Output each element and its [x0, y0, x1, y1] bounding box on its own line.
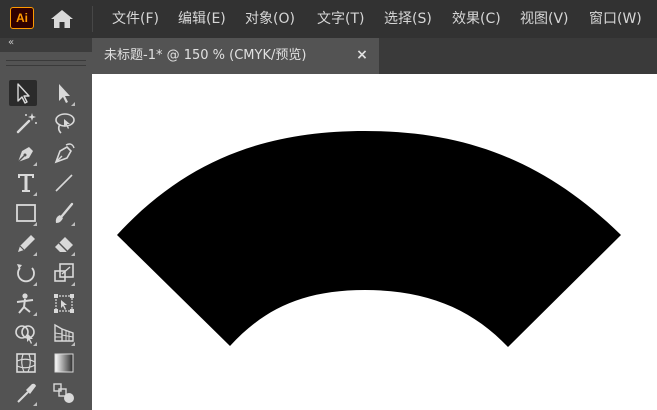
lasso-tool[interactable] — [50, 110, 78, 136]
blend-tool-icon — [53, 383, 74, 403]
menu-window[interactable]: 窗口(W) — [589, 10, 642, 28]
close-icon[interactable]: × — [354, 47, 370, 63]
app-logo: Ai — [10, 7, 34, 29]
rotate-tool-icon — [17, 264, 37, 286]
blend-tool[interactable] — [50, 380, 78, 406]
gradient-tool[interactable] — [50, 350, 78, 376]
tools-panel: « — [0, 36, 92, 410]
curvature-tool-icon — [54, 143, 75, 164]
type-tool[interactable] — [12, 170, 40, 196]
artboard-canvas[interactable] — [92, 74, 657, 410]
free-transform-tool-icon — [54, 294, 74, 313]
scale-tool-icon — [54, 263, 75, 286]
gradient-tool-icon — [54, 353, 74, 373]
line-segment-tool-icon — [55, 174, 73, 192]
menu-divider — [92, 6, 93, 32]
menu-effect[interactable]: 效果(C) — [452, 10, 501, 28]
menu-file[interactable]: 文件(F) — [112, 10, 159, 28]
document-tab-bar: 未标题-1* @ 150 % (CMYK/预览) × — [92, 38, 657, 74]
rotate-tool[interactable] — [12, 260, 40, 286]
perspective-grid-tool-icon — [54, 323, 75, 346]
paintbrush-tool-icon — [55, 202, 75, 226]
paintbrush-tool[interactable] — [50, 200, 78, 226]
pen-tool-icon — [17, 147, 37, 166]
document-tab-title: 未标题-1* @ 150 % (CMYK/预览) — [104, 48, 307, 63]
panel-header: « — [0, 36, 92, 52]
eraser-tool[interactable] — [50, 230, 78, 256]
eraser-tool-icon — [55, 237, 75, 256]
pen-tool[interactable] — [12, 140, 40, 166]
direct-selection-tool[interactable] — [50, 80, 78, 106]
home-icon — [51, 10, 73, 28]
magic-wand-tool[interactable] — [12, 110, 40, 136]
selection-tool[interactable] — [9, 80, 37, 106]
shape-builder-tool[interactable] — [12, 320, 40, 346]
home-button[interactable] — [48, 8, 76, 30]
rectangle-tool-icon — [16, 204, 37, 226]
panel-grip[interactable] — [6, 60, 86, 66]
collapse-panel-button[interactable]: « — [8, 36, 14, 50]
canvas-artwork — [117, 131, 621, 347]
menu-select[interactable]: 选择(S) — [384, 10, 432, 28]
pencil-tool-icon — [18, 235, 37, 256]
fan-shape[interactable] — [117, 131, 621, 347]
eyedropper-tool[interactable] — [12, 380, 40, 406]
scale-tool[interactable] — [50, 260, 78, 286]
menu-bar: Ai 文件(F) 编辑(E) 对象(O) 文字(T) 选择(S) 效果(C) 视… — [0, 0, 657, 38]
puppet-warp-tool[interactable] — [12, 290, 40, 316]
magic-wand-tool-icon — [16, 113, 37, 134]
curvature-tool[interactable] — [50, 140, 78, 166]
document-tab[interactable]: 未标题-1* @ 150 % (CMYK/预览) × — [92, 38, 379, 74]
direct-selection-tool-icon — [59, 84, 75, 106]
rectangle-tool[interactable] — [12, 200, 40, 226]
line-segment-tool[interactable] — [50, 170, 78, 196]
mesh-tool-icon — [16, 353, 36, 373]
menu-edit[interactable]: 编辑(E) — [178, 10, 226, 28]
selection-tool-icon — [17, 83, 30, 104]
menu-object[interactable]: 对象(O) — [245, 10, 295, 28]
perspective-grid-tool[interactable] — [50, 320, 78, 346]
menu-view[interactable]: 视图(V) — [520, 10, 569, 28]
shape-builder-tool-icon — [15, 325, 37, 346]
type-tool-icon — [18, 174, 37, 196]
menu-type[interactable]: 文字(T) — [317, 10, 364, 28]
eyedropper-tool-icon — [17, 383, 37, 406]
pencil-tool[interactable] — [12, 230, 40, 256]
puppet-warp-tool-icon — [16, 293, 37, 316]
mesh-tool[interactable] — [12, 350, 40, 376]
free-transform-tool[interactable] — [50, 290, 78, 316]
lasso-tool-icon — [55, 113, 75, 134]
